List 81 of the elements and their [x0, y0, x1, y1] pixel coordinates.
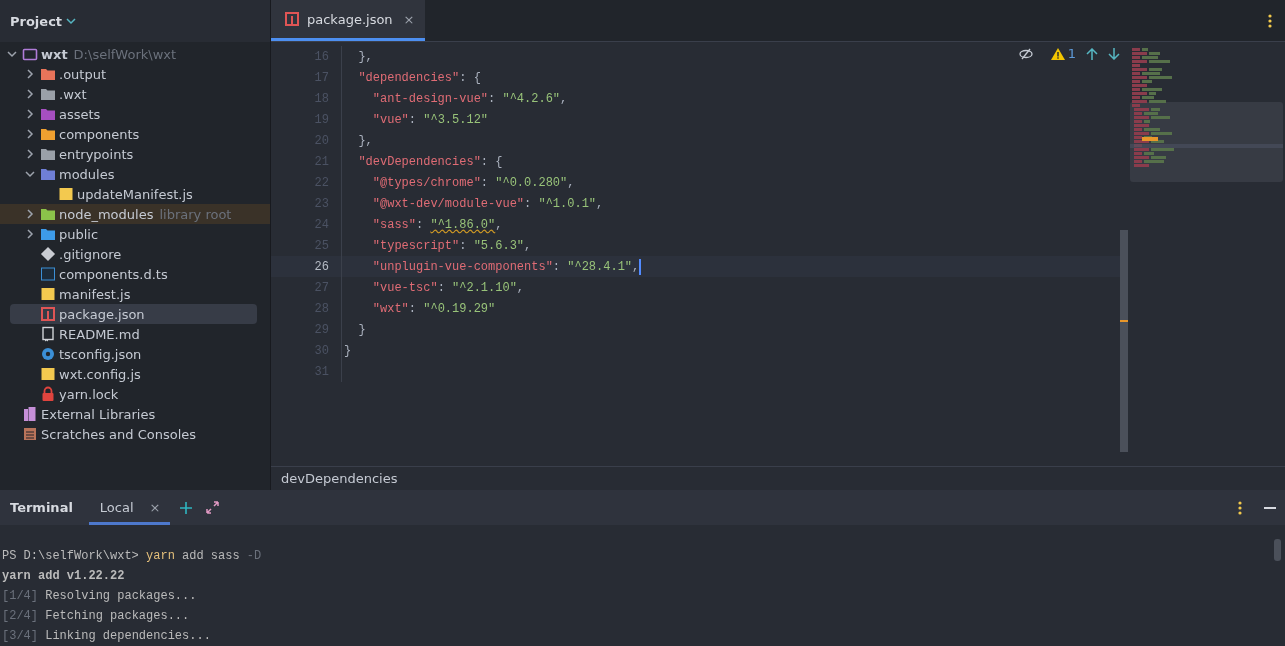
panel-title[interactable]: Project [10, 13, 63, 29]
tree-item[interactable]: entrypoints [0, 144, 270, 164]
tree-item[interactable]: components [0, 124, 270, 144]
code-line: "typescript": "5.6.3", [371, 238, 532, 253]
eye-off-icon[interactable] [1018, 47, 1033, 60]
editor-tab[interactable]: package.json × [271, 0, 425, 41]
module-icon [22, 46, 38, 62]
breadcrumb[interactable]: devDependencies [281, 471, 398, 486]
code-line: } [343, 343, 352, 358]
tree-item[interactable]: components.d.ts [0, 264, 270, 284]
tree-item[interactable]: Scratches and Consoles [0, 424, 270, 444]
code-line: "vue-tsc": "^2.1.10", [371, 280, 525, 295]
terminal-line: [3/4] Linking dependencies... [2, 628, 211, 645]
ts-file-icon [40, 266, 56, 282]
tree-item[interactable]: assets [0, 104, 270, 124]
code-line: "ant-design-vue": "^4.2.6", [371, 91, 568, 106]
tree-item[interactable]: manifest.js [0, 284, 270, 304]
code-line: "vue": "^3.5.12" [371, 112, 489, 127]
chevron-down-icon[interactable] [25, 169, 35, 179]
terminal-line: PS D:\selfWork\wxt> yarn add sass -D [2, 548, 262, 565]
code-line: "unplugin-vue-components": "^28.4.1", [371, 258, 642, 275]
tree-item[interactable]: wxt.config.js [0, 364, 270, 384]
code-line: } [357, 322, 366, 337]
code-line: "devDependencies": { [357, 154, 503, 169]
tree-item[interactable]: yarn.lock [0, 384, 270, 404]
tree-item[interactable]: node_modules library root [0, 204, 270, 224]
json-file-icon [40, 306, 56, 322]
scrollbar[interactable] [1274, 539, 1281, 561]
code-line: "dependencies": { [357, 70, 481, 85]
lock-icon [40, 386, 56, 402]
warning-count[interactable]: 1 [1067, 46, 1076, 61]
tree-item[interactable]: public [0, 224, 270, 244]
tree-item[interactable]: package.json [10, 304, 257, 324]
chevron-right-icon[interactable] [25, 109, 35, 119]
book-icon [40, 326, 56, 342]
scratches-icon [22, 426, 38, 442]
js-file-icon [58, 186, 74, 202]
chevron-right-icon[interactable] [25, 229, 35, 239]
tree-item[interactable]: updateManifest.js [0, 184, 270, 204]
scrollbar[interactable] [1120, 230, 1128, 452]
tree-item[interactable]: .wxt [0, 84, 270, 104]
terminal-line: [2/4] Fetching packages... [2, 608, 190, 625]
line-number: 26 [313, 259, 329, 274]
chevron-right-icon[interactable] [25, 69, 35, 79]
tree-item[interactable]: wxt D:\selfWork\wxt [0, 44, 270, 64]
code-line: }, [357, 133, 373, 148]
tree-item[interactable]: tsconfig.json [0, 344, 270, 364]
close-icon[interactable]: × [403, 11, 415, 27]
more-icon[interactable] [1238, 500, 1242, 515]
tree-item[interactable]: README.md [0, 324, 270, 344]
plus-icon[interactable] [180, 501, 193, 514]
close-icon[interactable]: × [149, 500, 161, 515]
panel-title: Terminal [10, 500, 73, 515]
tree-item[interactable]: .gitignore [0, 244, 270, 264]
terminal-line: yarn add v1.22.22 [2, 568, 125, 585]
js-file-icon [40, 366, 56, 382]
chevron-down-icon[interactable] [7, 49, 17, 59]
code-line: "@types/chrome": "^0.0.280", [371, 175, 575, 190]
minimize-icon[interactable] [1264, 506, 1276, 509]
library-icon [22, 406, 38, 422]
arrow-down-icon[interactable] [1108, 47, 1120, 60]
code-line: "sass": "^1.86.0", [371, 217, 503, 232]
warning-icon[interactable] [1050, 47, 1065, 60]
code-line: "@wxt-dev/module-vue": "^1.0.1", [371, 196, 604, 211]
js-file-icon [40, 286, 56, 302]
tree-item[interactable]: External Libraries [0, 404, 270, 424]
json-file-icon [284, 11, 300, 27]
chevron-right-icon[interactable] [25, 149, 35, 159]
chevron-right-icon[interactable] [25, 209, 35, 219]
terminal-tab[interactable]: Local × [88, 493, 171, 525]
chevron-down-icon[interactable] [66, 17, 77, 25]
arrow-up-icon[interactable] [1086, 47, 1098, 60]
expand-icon[interactable] [206, 501, 220, 514]
more-icon[interactable] [1268, 13, 1272, 28]
code-line: "wxt": "^0.19.29" [371, 301, 496, 316]
code-line: }, [357, 49, 373, 64]
tree-item[interactable]: .output [0, 64, 270, 84]
chevron-right-icon[interactable] [25, 89, 35, 99]
chevron-right-icon[interactable] [25, 129, 35, 139]
terminal-line: [1/4] Resolving packages... [2, 588, 197, 605]
tree-item[interactable]: modules [0, 164, 270, 184]
